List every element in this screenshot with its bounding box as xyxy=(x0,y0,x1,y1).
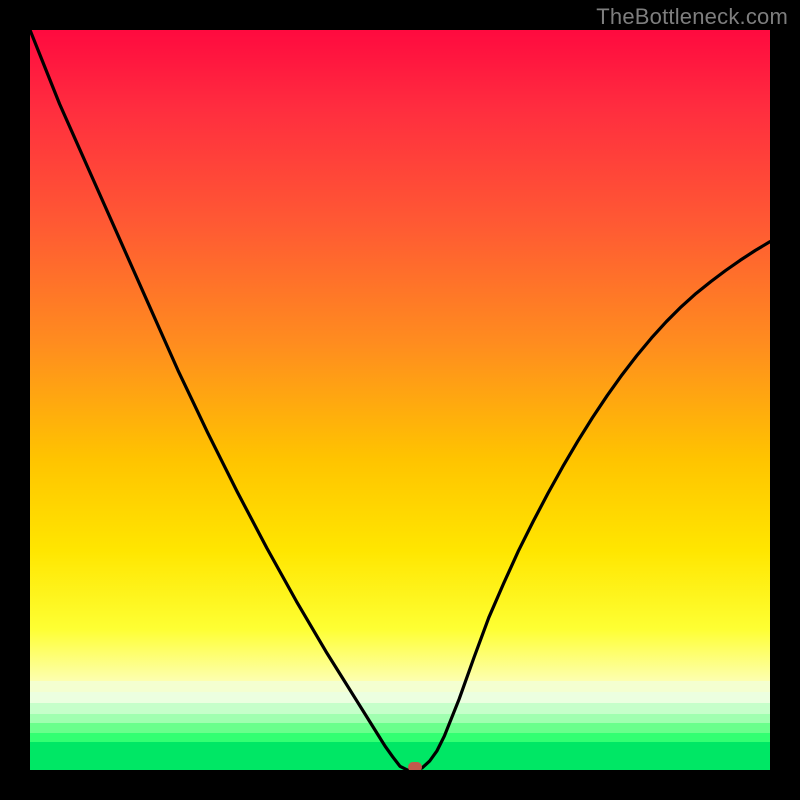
chart-frame: TheBottleneck.com xyxy=(0,0,800,800)
plot-area xyxy=(30,30,770,770)
optimal-marker xyxy=(408,762,422,770)
watermark-text: TheBottleneck.com xyxy=(596,4,788,30)
bottleneck-curve xyxy=(30,30,770,770)
